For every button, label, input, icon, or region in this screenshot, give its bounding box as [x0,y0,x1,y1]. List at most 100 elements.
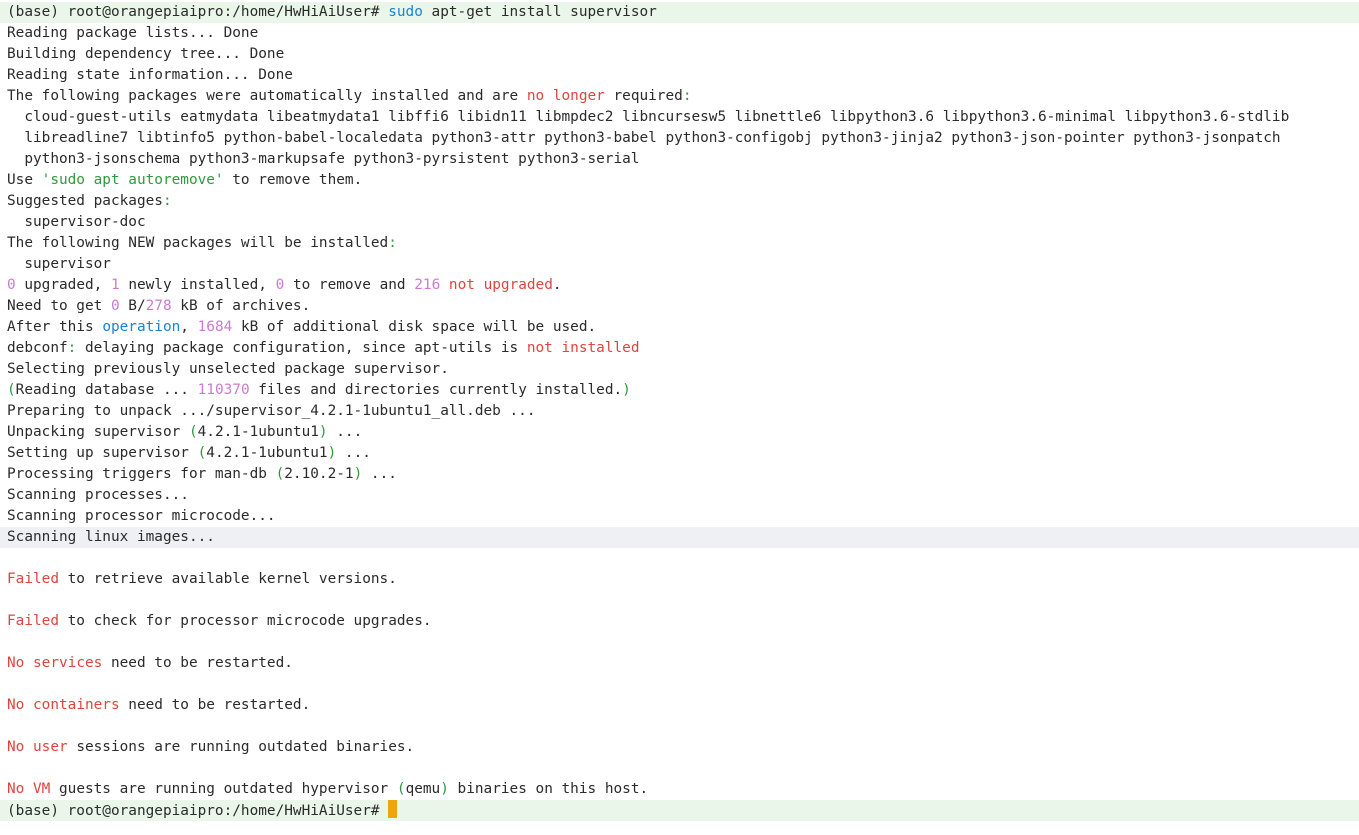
terminal-text: ... [336,445,371,461]
terminal-text: ) [622,382,631,398]
terminal-text: Reading state information... Done [7,67,293,83]
terminal-line: (base) root@orangepiaipro:/home/HwHiAiUs… [0,2,1359,23]
terminal-text: (base) root@orangepiaipro:/home/HwHiAiUs… [7,803,389,819]
terminal-text: Building dependency tree... Done [7,46,285,62]
terminal-text: : [388,235,397,251]
terminal-text: need to be restarted. [102,655,293,671]
terminal-text: services [33,655,103,671]
terminal-text: ( [197,445,207,461]
terminal-text: upgraded, [15,277,111,293]
terminal-line: python3-jsonschema python3-markupsafe py… [0,149,1359,170]
terminal-text: 278 [145,298,172,314]
terminal-text: Scanning processes... [7,487,189,503]
terminal-text: No [7,739,25,755]
terminal-text: The following NEW packages will be insta… [7,235,389,251]
terminal-text: Preparing to unpack .../supervisor_4.2.1… [7,403,536,419]
terminal-line: After this operation, 1684 kB of additio… [0,317,1359,338]
prompt-line[interactable]: (base) root@orangepiaipro:/home/HwHiAiUs… [0,800,1359,821]
terminal-text: user [33,739,68,755]
terminal-text: 0 [110,298,120,314]
terminal-text: 2.10.2-1 [284,466,354,482]
terminal-text: newly installed, [119,277,276,293]
terminal-text: delaying package configuration, since ap… [76,340,527,356]
terminal-line: Setting up supervisor (4.2.1-1ubuntu1) .… [0,443,1359,464]
terminal-text: files and directories currently installe… [249,382,623,398]
terminal-line: Failed to check for processor microcode … [0,611,1359,632]
terminal-line: No containers need to be restarted. [0,695,1359,716]
terminal-line: Scanning processor microcode... [0,506,1359,527]
terminal-line: Use 'sudo apt autoremove' to remove them… [0,170,1359,191]
terminal-text: The following packages were automaticall… [7,88,527,104]
terminal-line: No user sessions are running outdated bi… [0,737,1359,758]
terminal-text: 'sudo apt autoremove' [41,172,224,188]
terminal-text: kB of archives. [171,298,311,314]
terminal-text: 0 [7,277,16,293]
terminal-text: apt-get install supervisor [431,4,657,20]
terminal-text: binaries on this host. [448,781,649,797]
terminal-line: The following NEW packages will be insta… [0,233,1359,254]
terminal-text: to remove and [284,277,415,293]
terminal-line: debconf: delaying package configuration,… [0,338,1359,359]
terminal-text: ) [440,781,449,797]
terminal-text: ( [396,781,406,797]
terminal-text: no longer [526,88,605,104]
terminal-line: Unpacking supervisor (4.2.1-1ubuntu1) ..… [0,422,1359,443]
terminal-line: No VM guests are running outdated hyperv… [0,779,1359,800]
terminal-text: ... [327,424,363,440]
terminal-text: ( [275,466,285,482]
terminal-line: libreadline7 libtinfo5 python-babel-loca… [0,128,1359,149]
terminal-text: python3-jsonschema python3-markupsafe py… [7,151,640,167]
terminal-text: libreadline7 libtinfo5 python-babel-loca… [7,130,1281,146]
terminal-text: (base) root@orangepiaipro:/home/HwHiAiUs… [7,4,389,20]
text-cursor [388,800,398,818]
terminal-text: cloud-guest-utils eatmydata libeatmydata… [7,109,1290,125]
terminal-text: 1 [110,277,120,293]
terminal-text: No [7,697,25,713]
terminal-line: Failed to retrieve available kernel vers… [0,569,1359,590]
terminal-line: cloud-guest-utils eatmydata libeatmydata… [0,107,1359,128]
terminal-line: Building dependency tree... Done [0,44,1359,65]
terminal-line: Processing triggers for man-db (2.10.2-1… [0,464,1359,485]
terminal-line: Reading state information... Done [0,65,1359,86]
terminal-text: 0 [275,277,285,293]
terminal-output[interactable]: (base) root@orangepiaipro:/home/HwHiAiUs… [0,0,1359,835]
terminal-text: supervisor [7,256,111,272]
terminal-text: not installed [526,340,640,356]
terminal-text: Failed [7,571,59,587]
terminal-line: Selecting previously unselected package … [0,359,1359,380]
terminal-text: guests are running outdated hypervisor [50,781,397,797]
terminal-text: Failed [7,613,59,629]
terminal-text: Use [7,172,42,188]
terminal-text: 216 [414,277,441,293]
terminal-line: Suggested packages: [0,191,1359,212]
terminal-text: to check for processor microcode upgrade… [58,613,432,629]
terminal-text: B/ [119,298,146,314]
terminal-text: ) [327,445,337,461]
terminal-line: Scanning linux images... [0,527,1359,548]
terminal-text: Setting up supervisor [7,445,198,461]
terminal-text: No [7,655,25,671]
terminal-line: Need to get 0 B/278 kB of archives. [0,296,1359,317]
terminal-text: Suggested packages [7,193,163,209]
terminal-line: (Reading database ... 110370 files and d… [0,380,1359,401]
terminal-text: Need to get [7,298,111,314]
terminal-line: No services need to be restarted. [0,653,1359,674]
terminal-text: Scanning processor microcode... [7,508,276,524]
terminal-text: 4.2.1-1ubuntu1 [206,445,328,461]
terminal-text: containers [33,697,120,713]
terminal-text: : [162,193,172,209]
terminal-text: not upgraded [448,277,553,293]
terminal-text: Processing triggers for man-db [7,466,276,482]
terminal-text: sudo [388,4,423,20]
terminal-text: 4.2.1-1ubuntu1 [197,424,319,440]
terminal-text: ( [188,424,198,440]
terminal-text: 1684 [197,319,233,335]
terminal-line: Preparing to unpack .../supervisor_4.2.1… [0,401,1359,422]
